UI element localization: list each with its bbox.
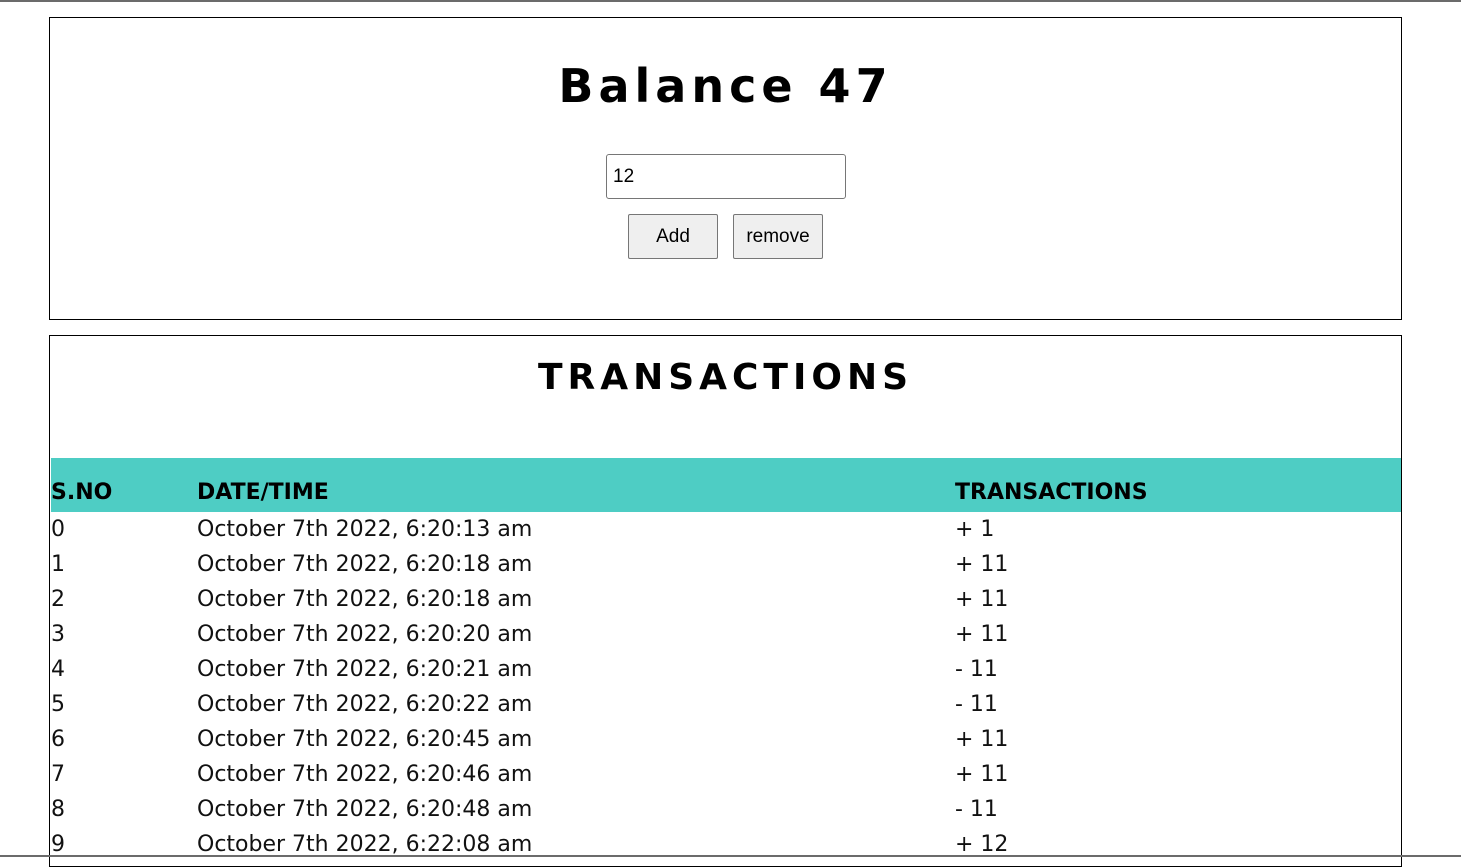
cell-sno: 3 xyxy=(51,622,65,647)
cell-amount: + 11 xyxy=(955,552,1009,577)
balance-panel: Balance 47 Add remove xyxy=(49,17,1402,320)
top-divider xyxy=(0,0,1461,2)
table-row: 7 October 7th 2022, 6:20:46 am + 11 xyxy=(51,757,1401,792)
cell-amount: - 11 xyxy=(955,692,998,717)
table-row: 4 October 7th 2022, 6:20:21 am - 11 xyxy=(51,652,1401,687)
remove-button[interactable]: remove xyxy=(733,214,823,259)
cell-amount: + 11 xyxy=(955,727,1009,752)
balance-heading: Balance 47 xyxy=(558,59,893,113)
cell-amount: + 11 xyxy=(955,762,1009,787)
cell-sno: 0 xyxy=(51,517,65,542)
transactions-table: S.NO DATE/TIME TRANSACTIONS 0 October 7th… xyxy=(51,458,1401,862)
cell-amount: + 11 xyxy=(955,622,1009,647)
transactions-heading: TRANSACTIONS xyxy=(537,357,914,398)
cell-sno: 4 xyxy=(51,657,65,682)
table-row: 1 October 7th 2022, 6:20:18 am + 11 xyxy=(51,547,1401,582)
cell-datetime: October 7th 2022, 6:20:48 am xyxy=(197,797,533,822)
cell-amount: + 1 xyxy=(955,517,995,542)
transactions-panel: TRANSACTIONS S.NO DATE/TIME TRANSACTIONS… xyxy=(49,335,1402,867)
table-header-row: S.NO DATE/TIME TRANSACTIONS xyxy=(51,458,1401,512)
cell-datetime: October 7th 2022, 6:20:20 am xyxy=(197,622,533,647)
cell-datetime: October 7th 2022, 6:20:46 am xyxy=(197,762,533,787)
table-row: 2 October 7th 2022, 6:20:18 am + 11 xyxy=(51,582,1401,617)
cell-datetime: October 7th 2022, 6:20:22 am xyxy=(197,692,533,717)
table-row: 5 October 7th 2022, 6:20:22 am - 11 xyxy=(51,687,1401,722)
table-row: 0 October 7th 2022, 6:20:13 am + 1 xyxy=(51,512,1401,547)
column-header-transactions: TRANSACTIONS xyxy=(955,458,1401,512)
cell-datetime: October 7th 2022, 6:20:18 am xyxy=(197,552,533,577)
cell-datetime: October 7th 2022, 6:20:18 am xyxy=(197,587,533,612)
cell-amount: - 11 xyxy=(955,797,998,822)
cell-sno: 8 xyxy=(51,797,65,822)
cell-sno: 1 xyxy=(51,552,65,577)
table-row: 8 October 7th 2022, 6:20:48 am - 11 xyxy=(51,792,1401,827)
column-header-datetime: DATE/TIME xyxy=(197,458,955,512)
cell-datetime: October 7th 2022, 6:20:21 am xyxy=(197,657,533,682)
cell-sno: 6 xyxy=(51,727,65,752)
cell-sno: 7 xyxy=(51,762,65,787)
amount-input[interactable] xyxy=(606,154,846,199)
cell-datetime: October 7th 2022, 6:20:45 am xyxy=(197,727,533,752)
cell-sno: 5 xyxy=(51,692,65,717)
table-row: 6 October 7th 2022, 6:20:45 am + 11 xyxy=(51,722,1401,757)
cell-datetime: October 7th 2022, 6:20:13 am xyxy=(197,517,533,542)
cell-amount: + 11 xyxy=(955,587,1009,612)
cell-amount: - 11 xyxy=(955,657,998,682)
cell-sno: 2 xyxy=(51,587,65,612)
column-header-sno: S.NO xyxy=(51,458,197,512)
table-row: 3 October 7th 2022, 6:20:20 am + 11 xyxy=(51,617,1401,652)
add-button[interactable]: Add xyxy=(628,214,718,259)
